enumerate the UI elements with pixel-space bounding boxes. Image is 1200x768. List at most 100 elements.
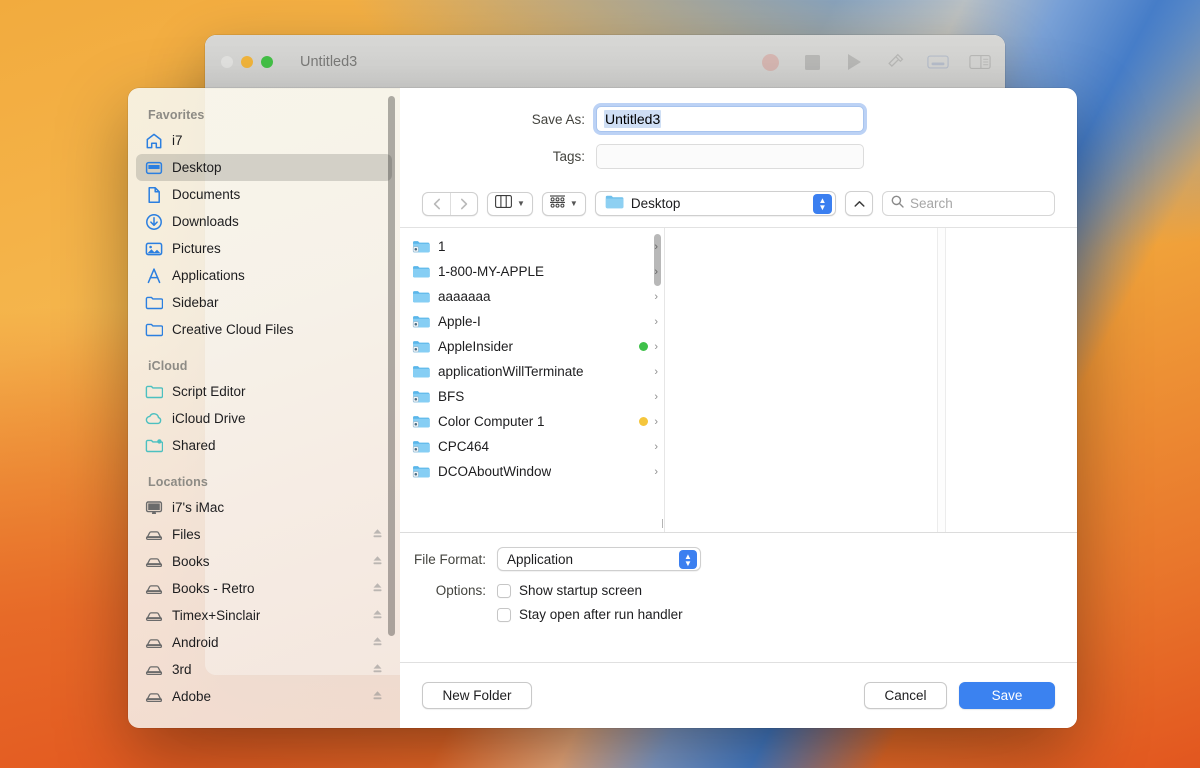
sidebar-item-label: Books bbox=[172, 554, 210, 569]
options-label: Options: bbox=[435, 583, 486, 598]
sidebar-item-adobe[interactable]: Adobe bbox=[136, 683, 392, 710]
option-row[interactable]: Show startup screen bbox=[497, 583, 683, 598]
file-row[interactable]: 1 › bbox=[400, 234, 664, 259]
sidebar-item-desktop[interactable]: Desktop bbox=[136, 154, 392, 181]
sidebar-item-3rd[interactable]: 3rd bbox=[136, 656, 392, 683]
drive-icon bbox=[145, 607, 163, 625]
sidebar-scrollbar[interactable] bbox=[388, 96, 395, 696]
sidebar-item-applications[interactable]: Applications bbox=[136, 262, 392, 289]
desktop-icon bbox=[145, 159, 163, 177]
sidebar-item-documents[interactable]: Documents bbox=[136, 181, 392, 208]
sidebar-item-sidebar[interactable]: Sidebar bbox=[136, 289, 392, 316]
file-browser: 1 › 1-800-MY-APPLE › aaaaaaa › Apple-I › AppleIn… bbox=[400, 227, 1077, 533]
minimize-button[interactable] bbox=[241, 55, 253, 68]
dialog-footer: New Folder Cancel Save bbox=[400, 662, 1077, 728]
file-row[interactable]: aaaaaaa › bbox=[400, 284, 664, 309]
eject-icon[interactable] bbox=[371, 581, 384, 597]
sidebar-section-header-icloud: iCloud bbox=[148, 359, 188, 373]
download-icon bbox=[145, 213, 163, 231]
file-row[interactable]: DCOAboutWindow › bbox=[400, 459, 664, 484]
icloud-icon bbox=[145, 410, 163, 428]
folder-icon bbox=[605, 194, 624, 214]
sidebar-item-downloads[interactable]: Downloads bbox=[136, 208, 392, 235]
name-fields: Save As: Untitled3 Tags: bbox=[400, 88, 1077, 187]
sidebar-item-creative-cloud-files[interactable]: Creative Cloud Files bbox=[136, 316, 392, 343]
sidebar-item-icloud-drive[interactable]: iCloud Drive bbox=[136, 405, 392, 432]
file-format-stepper-icon[interactable]: ▲ ▼ bbox=[679, 550, 697, 569]
path-popup-button[interactable]: Desktop ▲ ▼ bbox=[594, 191, 836, 216]
sidebar-item-label: Pictures bbox=[172, 241, 221, 256]
drive-icon bbox=[145, 661, 163, 679]
tags-input[interactable] bbox=[596, 144, 864, 169]
option-row[interactable]: Stay open after run handler bbox=[497, 607, 683, 622]
folder-icon bbox=[145, 321, 163, 339]
stop-icon[interactable] bbox=[801, 51, 823, 73]
compile-hammer-icon[interactable] bbox=[885, 51, 907, 73]
format-options: File Format: Application ▲ ▼ Options: Sho… bbox=[400, 533, 1077, 631]
record-icon[interactable] bbox=[759, 51, 781, 73]
imac-icon bbox=[145, 499, 163, 517]
file-list-scrollbar[interactable] bbox=[654, 234, 661, 494]
sidebar-item-label: Books - Retro bbox=[172, 581, 255, 596]
group-by-icon bbox=[549, 194, 565, 213]
drive-icon bbox=[145, 688, 163, 706]
sidebar-item-label: i7's iMac bbox=[172, 500, 225, 515]
file-row[interactable]: 1-800-MY-APPLE › bbox=[400, 259, 664, 284]
path-stepper-icon[interactable]: ▲ ▼ bbox=[813, 194, 832, 214]
sidebar-item-script-editor[interactable]: Script Editor bbox=[136, 378, 392, 405]
eject-icon[interactable] bbox=[371, 554, 384, 570]
checkbox[interactable] bbox=[497, 607, 511, 622]
sidebar-item-books[interactable]: Books bbox=[136, 548, 392, 575]
sidebar-item-files[interactable]: Files bbox=[136, 521, 392, 548]
zoom-button[interactable] bbox=[261, 55, 273, 68]
save-as-value: Untitled3 bbox=[604, 110, 662, 128]
collapse-button[interactable] bbox=[845, 191, 873, 216]
sidebar-item-i7-s-imac[interactable]: i7's iMac bbox=[136, 494, 392, 521]
file-format-row: File Format: Application ▲ ▼ bbox=[400, 547, 1077, 571]
eject-icon[interactable] bbox=[371, 689, 384, 705]
sidebar-item-label: Adobe bbox=[172, 689, 212, 704]
checkbox[interactable] bbox=[497, 583, 511, 598]
split-panel-icon[interactable] bbox=[969, 51, 991, 73]
save-as-input[interactable]: Untitled3 bbox=[596, 106, 864, 132]
file-row[interactable]: Color Computer 1 › bbox=[400, 409, 664, 434]
file-row[interactable]: AppleInsider › bbox=[400, 334, 664, 359]
save-button[interactable]: Save bbox=[959, 682, 1055, 709]
new-folder-button[interactable]: New Folder bbox=[422, 682, 532, 709]
file-list-scroll-thumb[interactable] bbox=[654, 234, 661, 286]
sidebar-item-label: Android bbox=[172, 635, 219, 650]
eject-icon[interactable] bbox=[371, 608, 384, 624]
sidebar-item-android[interactable]: Android bbox=[136, 629, 392, 656]
folder-app-icon bbox=[412, 237, 431, 256]
file-format-select[interactable]: Application ▲ ▼ bbox=[497, 547, 701, 571]
sidebar-item-label: Documents bbox=[172, 187, 241, 202]
eject-icon[interactable] bbox=[371, 662, 384, 678]
tags-label: Tags: bbox=[552, 149, 585, 164]
forward-button[interactable] bbox=[450, 192, 477, 215]
sidebar-item-label: i7 bbox=[172, 133, 183, 148]
window-title: Untitled3 bbox=[300, 53, 358, 70]
log-panel-icon[interactable] bbox=[927, 51, 949, 73]
sidebar-item-pictures[interactable]: Pictures bbox=[136, 235, 392, 262]
sidebar-scroll-thumb[interactable] bbox=[388, 96, 395, 636]
sidebar-item-timex-sinclair[interactable]: Timex+Sinclair bbox=[136, 602, 392, 629]
cancel-button[interactable]: Cancel bbox=[864, 682, 947, 709]
search-input[interactable]: Search bbox=[882, 191, 1055, 216]
eject-icon[interactable] bbox=[371, 635, 384, 651]
sidebar-item-books-retro[interactable]: Books - Retro bbox=[136, 575, 392, 602]
file-row[interactable]: applicationWillTerminate › bbox=[400, 359, 664, 384]
sidebar-item-i7[interactable]: i7 bbox=[136, 127, 392, 154]
back-button[interactable] bbox=[423, 193, 450, 215]
sidebar-item-shared[interactable]: Shared bbox=[136, 432, 392, 459]
run-icon[interactable] bbox=[843, 51, 865, 73]
folder-app-icon bbox=[412, 337, 431, 356]
eject-icon[interactable] bbox=[371, 527, 384, 543]
checkbox-label: Show startup screen bbox=[519, 583, 643, 598]
file-row[interactable]: BFS › bbox=[400, 384, 664, 409]
close-button[interactable] bbox=[221, 55, 233, 68]
file-row[interactable]: Apple-I › bbox=[400, 309, 664, 334]
group-by-button[interactable]: ▼ bbox=[541, 191, 586, 216]
view-mode-button[interactable]: ▼ bbox=[487, 191, 533, 216]
desktop-wallpaper: Untitled3 Favorites i7 Desktop Documents… bbox=[0, 0, 1200, 768]
file-row[interactable]: CPC464 › bbox=[400, 434, 664, 459]
